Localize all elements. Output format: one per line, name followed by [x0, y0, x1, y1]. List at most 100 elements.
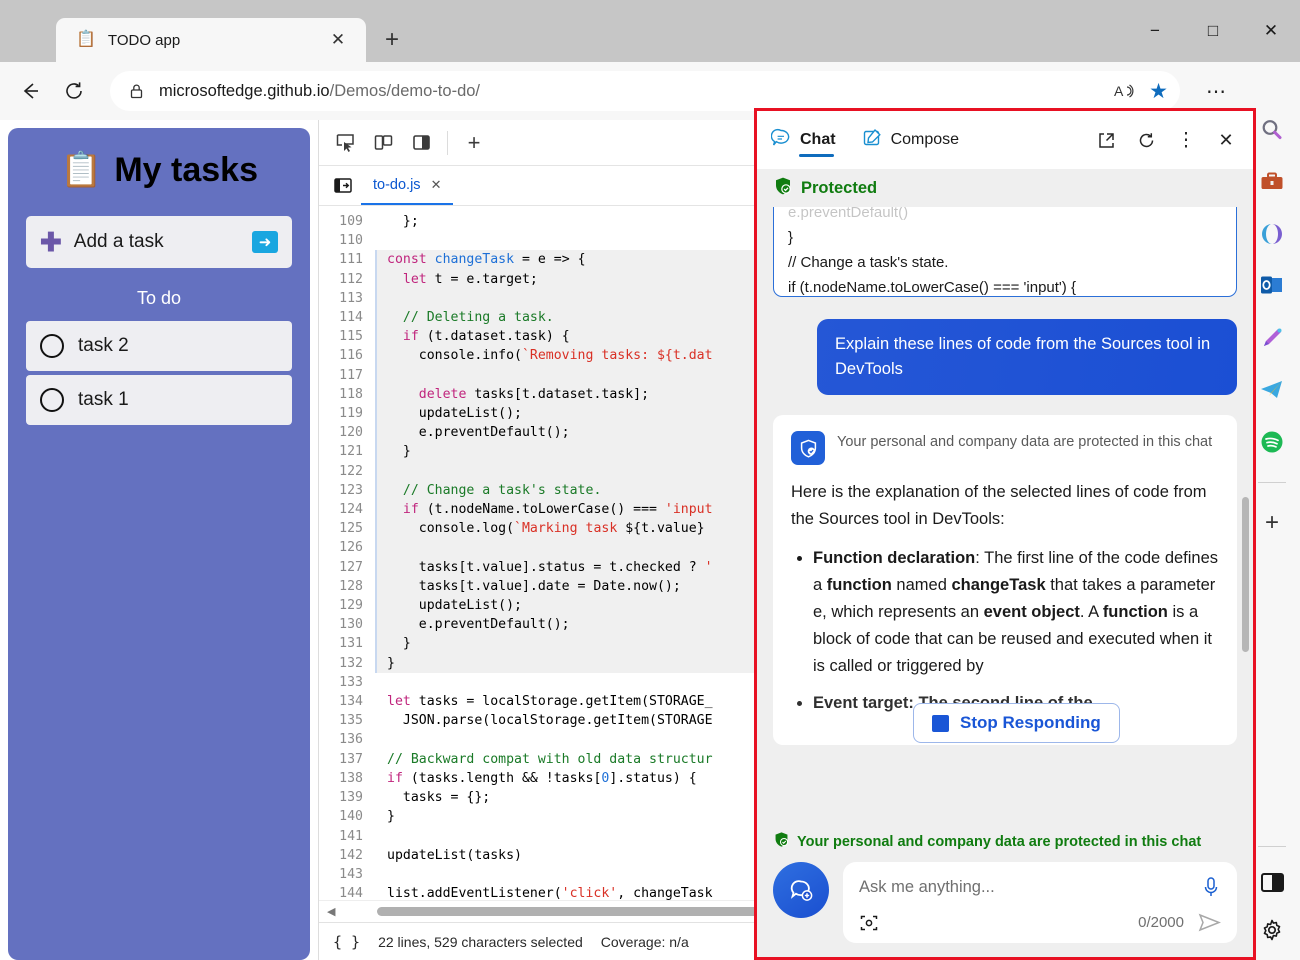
close-window-button[interactable]: ✕ [1242, 0, 1300, 62]
todo-app: 📋 My tasks ✚ Add a task ➜ To do task 2 ta… [0, 120, 318, 960]
line-number: 119 [319, 404, 375, 423]
line-number: 124 [319, 500, 375, 519]
tab-compose-label: Compose [891, 131, 959, 149]
user-message-bubble: Explain these lines of code from the Sou… [817, 319, 1237, 395]
task-label: task 1 [78, 389, 129, 411]
line-number: 138 [319, 769, 375, 788]
line-number: 115 [319, 327, 375, 346]
chat-input-box[interactable]: Ask me anything... 0/2000 [843, 862, 1237, 943]
sidebar-icon-telegram[interactable] [1256, 374, 1288, 406]
sidebar-settings-icon[interactable] [1256, 914, 1288, 946]
copilot-more-icon[interactable]: ⋮ [1173, 127, 1199, 153]
tab-chat[interactable]: Chat [771, 111, 836, 169]
camera-icon[interactable] [859, 913, 879, 933]
add-task-input[interactable]: ✚ Add a task ➜ [26, 216, 292, 268]
line-number: 114 [319, 308, 375, 327]
line-number: 118 [319, 385, 375, 404]
todo-card: 📋 My tasks ✚ Add a task ➜ To do task 2 ta… [8, 128, 310, 960]
sidebar-add-button[interactable]: + [1256, 507, 1288, 539]
sidebar-icon-spotify[interactable] [1256, 426, 1288, 458]
tab-compose[interactable]: Compose [862, 111, 959, 169]
task-label: task 2 [78, 335, 129, 357]
quote-line: if (t.nodeName.toLowerCase() === 'input'… [788, 275, 1222, 297]
plus-icon: ✚ [40, 229, 62, 255]
line-number: 128 [319, 577, 375, 596]
horizontal-scroll-thumb[interactable] [377, 907, 799, 916]
shield-badge-icon [791, 431, 825, 465]
maximize-button[interactable]: □ [1184, 0, 1242, 62]
send-icon[interactable] [1198, 912, 1221, 933]
sidebar-icon-designer[interactable] [1256, 322, 1288, 354]
split-screen-icon[interactable] [1261, 873, 1284, 892]
stop-responding-button[interactable]: Stop Responding [913, 703, 1120, 743]
task-item[interactable]: task 2 [26, 321, 292, 371]
line-number: 123 [319, 481, 375, 500]
line-number: 141 [319, 827, 375, 846]
read-aloud-icon[interactable]: A [1114, 81, 1135, 101]
answer-bullet-list: Function declaration: The first line of … [791, 545, 1219, 717]
line-number: 110 [319, 231, 375, 250]
favorites-star-icon[interactable]: ★ [1149, 79, 1168, 104]
line-number: 125 [319, 519, 375, 538]
conversation-scrollbar[interactable] [1242, 497, 1249, 652]
copilot-input-row: Ask me anything... 0/2000 [773, 862, 1237, 943]
clipboard-icon: 📋 [60, 150, 102, 190]
new-chat-button[interactable] [773, 862, 829, 918]
stop-responding-label: Stop Responding [960, 713, 1101, 733]
task-checkbox[interactable] [40, 334, 64, 358]
address-bar[interactable]: microsoftedge.github.io/Demos/demo-to-do… [110, 71, 1180, 111]
coverage-status-text: Coverage: n/a [601, 934, 689, 950]
line-number: 117 [319, 366, 375, 385]
svg-text:A: A [1114, 83, 1124, 99]
line-number: 133 [319, 673, 375, 692]
line-number: 137 [319, 750, 375, 769]
sidebar-icon-tools[interactable] [1256, 166, 1288, 198]
sidebar-icon-outlook[interactable] [1256, 270, 1288, 302]
line-number: 112 [319, 270, 375, 289]
line-number: 113 [319, 289, 375, 308]
add-panel-button[interactable]: + [456, 126, 492, 160]
refresh-chat-icon[interactable] [1133, 127, 1159, 153]
new-tab-button[interactable]: + [378, 26, 406, 54]
microphone-icon[interactable] [1201, 876, 1221, 898]
reload-button[interactable] [54, 71, 94, 111]
task-item[interactable]: task 1 [26, 375, 292, 425]
todo-title-text: My tasks [114, 151, 258, 190]
open-in-new-window-icon[interactable] [1093, 127, 1119, 153]
chat-input-top-row: Ask me anything... [859, 876, 1221, 898]
line-number: 122 [319, 462, 375, 481]
browser-settings-button[interactable]: ⋯ [1196, 71, 1236, 111]
character-counter: 0/2000 [1138, 914, 1184, 931]
line-number: 127 [319, 558, 375, 577]
line-number: 121 [319, 442, 375, 461]
footer-protection-note: Your personal and company data are prote… [773, 823, 1237, 862]
assistant-answer: Your personal and company data are prote… [773, 415, 1237, 745]
minimize-button[interactable]: − [1126, 0, 1184, 62]
line-number: 142 [319, 846, 375, 865]
back-button[interactable] [10, 71, 50, 111]
file-tab-to-do-js[interactable]: to-do.js ✕ [361, 166, 453, 205]
shield-check-small-icon [773, 831, 790, 852]
add-task-placeholder: Add a task [74, 231, 240, 253]
scroll-left-arrow[interactable]: ◀ [327, 905, 335, 918]
task-checkbox[interactable] [40, 388, 64, 412]
sidebar-icon-office[interactable] [1256, 218, 1288, 250]
device-emulation-icon[interactable] [365, 126, 401, 160]
browser-tab[interactable]: 📋 TODO app ✕ [56, 18, 366, 62]
answer-protection-row: Your personal and company data are prote… [791, 431, 1219, 465]
tab-strip: 📋 TODO app ✕ + [0, 0, 406, 62]
file-tab-close-icon[interactable]: ✕ [431, 177, 442, 193]
file-tab-label: to-do.js [373, 177, 421, 193]
chat-icon [771, 128, 791, 153]
sidebar-divider [1258, 482, 1286, 483]
navigator-toggle-icon[interactable] [325, 166, 361, 205]
inspect-element-icon[interactable] [327, 126, 363, 160]
add-task-submit-button[interactable]: ➜ [252, 231, 278, 253]
sidebar-icon-search[interactable] [1256, 114, 1288, 146]
pretty-print-button[interactable]: { } [333, 933, 360, 951]
copilot-close-icon[interactable]: ✕ [1213, 127, 1239, 153]
dock-position-icon[interactable] [403, 126, 439, 160]
tab-close-button[interactable]: ✕ [324, 26, 352, 54]
todo-section-heading: To do [26, 288, 292, 309]
chat-input-bottom-row: 0/2000 [859, 912, 1221, 933]
